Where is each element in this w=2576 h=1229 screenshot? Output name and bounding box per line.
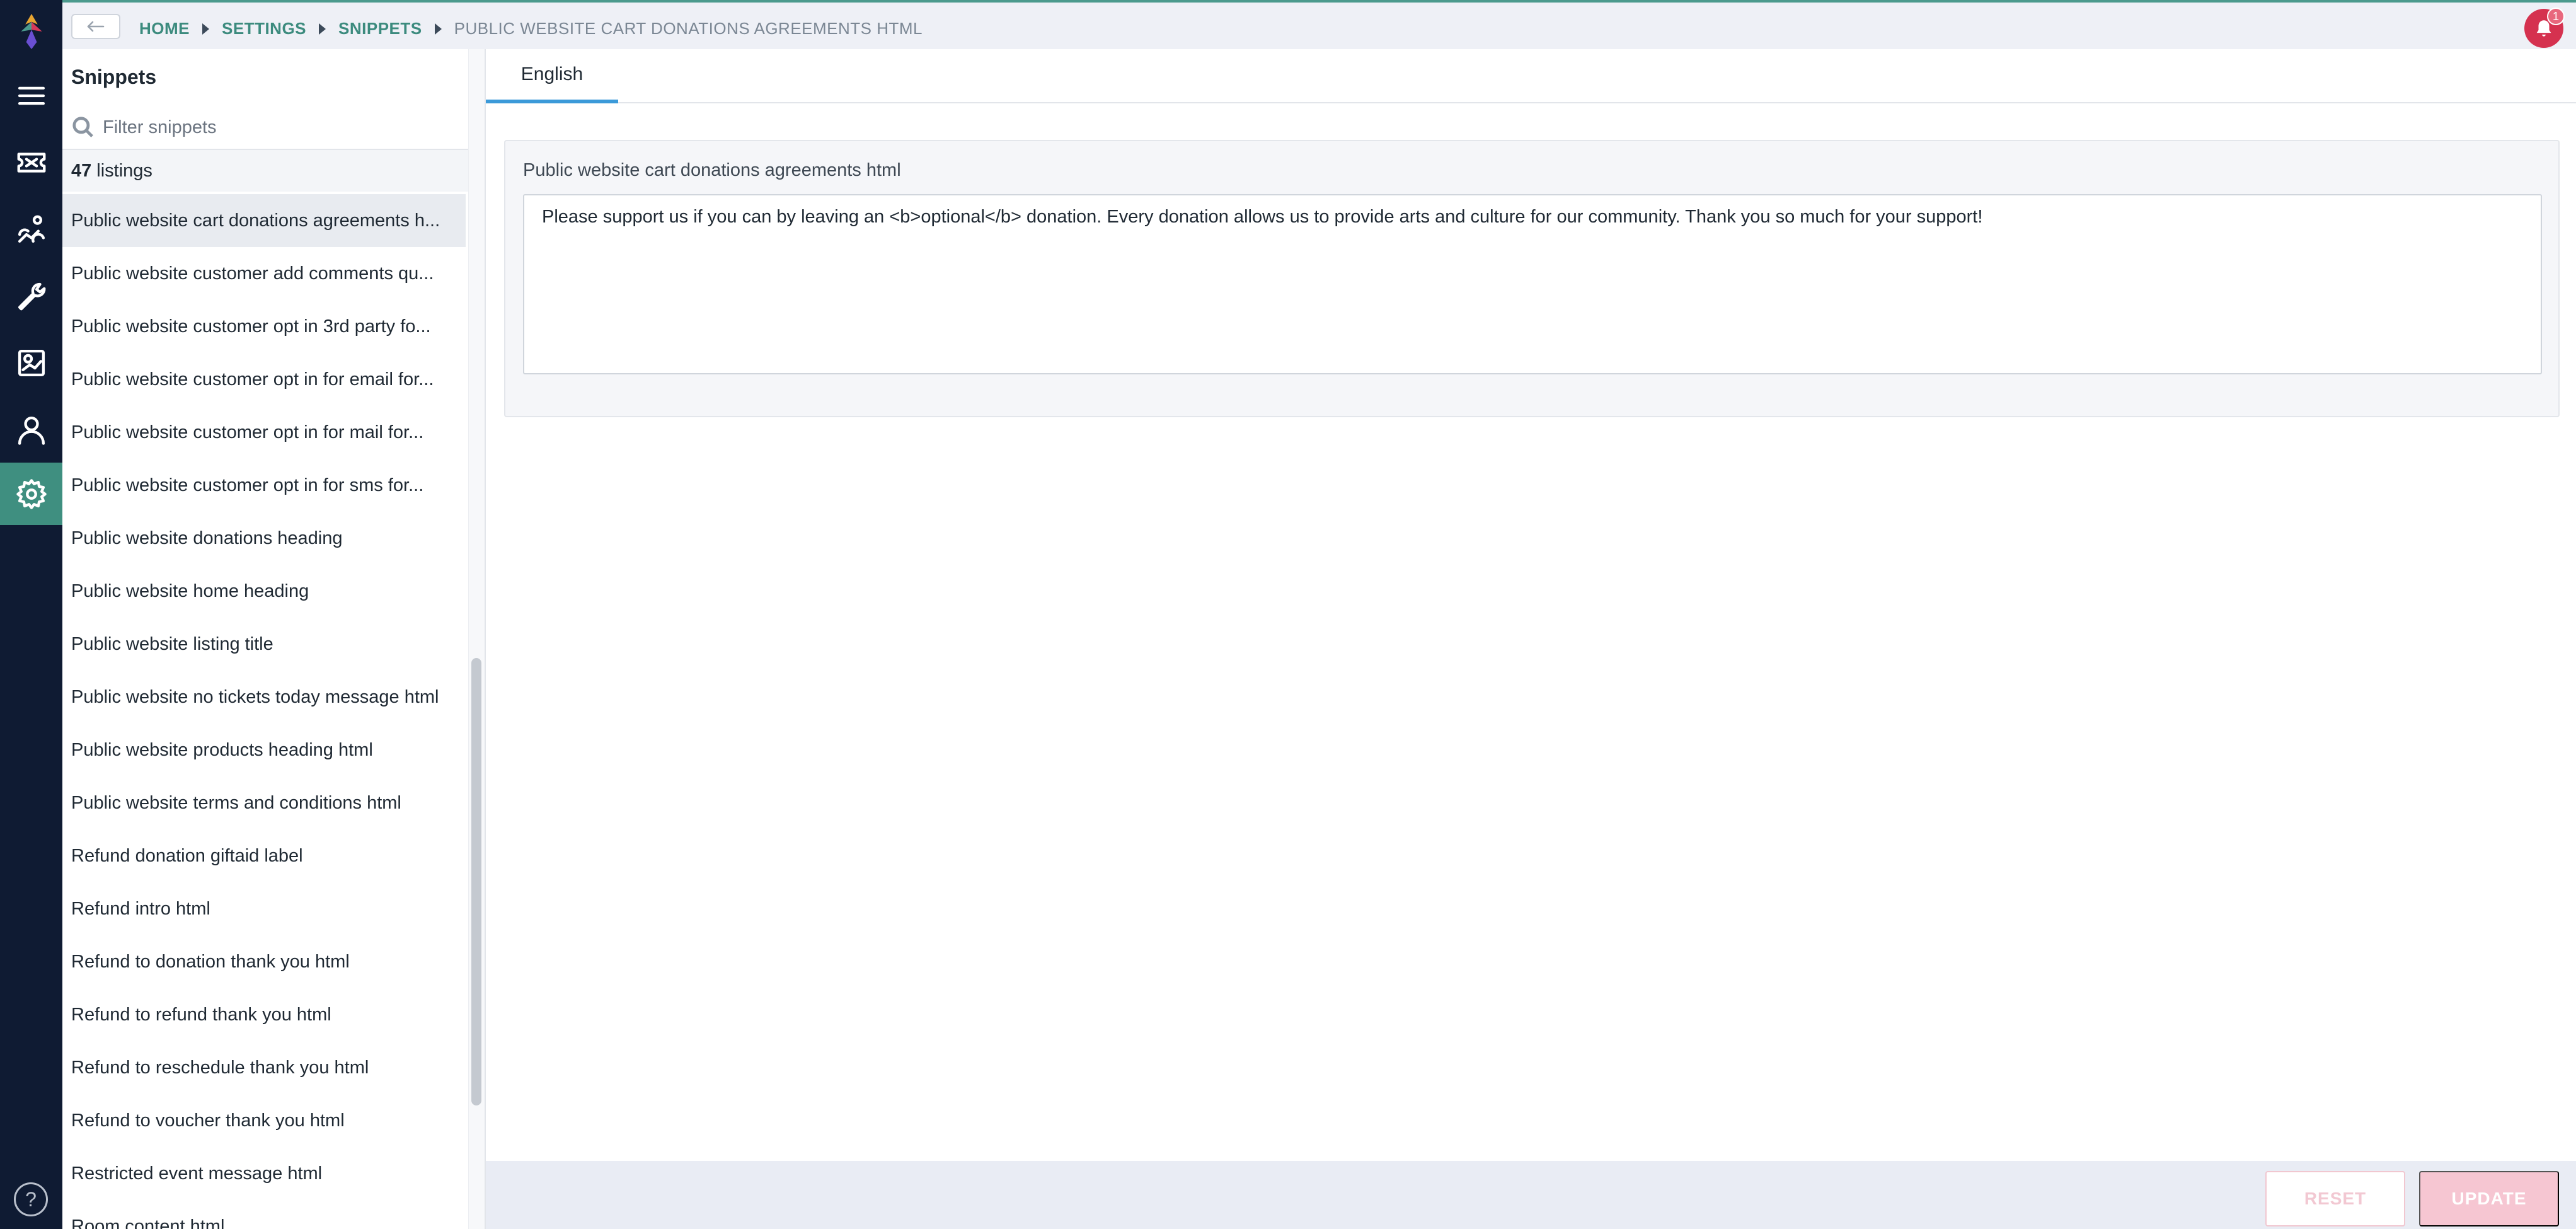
list-item[interactable]: Public website customer opt in for sms f…: [62, 459, 466, 512]
list-item[interactable]: Public website terms and conditions html: [62, 776, 466, 829]
list-item[interactable]: Refund to refund thank you html: [62, 988, 466, 1041]
reports-icon: [18, 349, 45, 376]
nav-rail: ?: [0, 0, 62, 1229]
list-item[interactable]: Public website home heading: [62, 565, 466, 618]
listing-count-label: listings: [96, 160, 152, 181]
breadcrumb-settings[interactable]: SETTINGS: [222, 19, 306, 38]
help-icon[interactable]: ?: [14, 1182, 48, 1216]
user-avatar[interactable]: 1: [2524, 8, 2565, 48]
arrow-left-icon: [87, 21, 105, 32]
list-item[interactable]: Refund intro html: [62, 882, 466, 935]
nav-customers[interactable]: [0, 398, 62, 461]
tools-icon: [18, 215, 45, 243]
list-item[interactable]: Refund to reschedule thank you html: [62, 1041, 466, 1094]
listing-count: 47 listings: [62, 150, 485, 192]
list-item[interactable]: Public website customer add comments qu.…: [62, 247, 466, 300]
sidebar-scrollbar-thumb[interactable]: [471, 658, 481, 1105]
gear-icon: [16, 478, 47, 509]
list-item[interactable]: Public website no tickets today message …: [62, 671, 466, 724]
breadcrumb: HOME SETTINGS SNIPPETS PUBLIC WEBSITE CA…: [139, 19, 923, 38]
menu-icon: [18, 86, 45, 105]
breadcrumb-separator-icon: [319, 23, 326, 35]
breadcrumb-separator-icon: [434, 23, 442, 35]
tab-english[interactable]: English: [486, 49, 618, 103]
snippets-sidebar: Snippets 47 listings Public website cart…: [62, 49, 486, 1229]
notification-badge: 1: [2547, 8, 2565, 25]
list-item[interactable]: Public website products heading html: [62, 724, 466, 776]
nav-tools[interactable]: [0, 265, 62, 327]
listing-count-number: 47: [71, 160, 92, 181]
back-button[interactable]: [71, 14, 120, 39]
breadcrumb-snippets[interactable]: SNIPPETS: [338, 19, 422, 38]
list-item[interactable]: Restricted event message html: [62, 1147, 466, 1200]
action-footer: RESET UPDATE: [486, 1161, 2576, 1229]
search-icon: [72, 117, 93, 137]
list-item[interactable]: Public website customer opt in for mail …: [62, 406, 466, 459]
breadcrumb-current: PUBLIC WEBSITE CART DONATIONS AGREEMENTS…: [454, 19, 923, 38]
snippet-content-textarea[interactable]: Please support us if you can by leaving …: [523, 194, 2542, 374]
list-item[interactable]: Public website listing title: [62, 618, 466, 671]
nav-settings[interactable]: [0, 463, 62, 525]
menu-button[interactable]: [0, 64, 62, 127]
list-item[interactable]: Refund to donation thank you html: [62, 935, 466, 988]
sidebar-title: Snippets: [71, 66, 157, 88]
logo-icon: [20, 13, 42, 49]
list-item[interactable]: Public website customer opt in for email…: [62, 353, 466, 406]
reset-button[interactable]: RESET: [2265, 1171, 2405, 1226]
nav-reports[interactable]: [0, 332, 62, 394]
list-item[interactable]: Refund to voucher thank you html: [62, 1094, 466, 1147]
snippet-field-label: Public website cart donations agreements…: [523, 160, 901, 180]
list-item[interactable]: Refund donation giftaid label: [62, 829, 466, 882]
list-item[interactable]: Public website cart donations agreements…: [62, 194, 466, 247]
filter-bar: [62, 106, 485, 150]
snippet-list: Public website cart donations agreements…: [62, 194, 466, 1229]
language-tabs: English: [486, 49, 2576, 103]
list-item[interactable]: Public website customer opt in 3rd party…: [62, 300, 466, 353]
filter-snippets-input[interactable]: [103, 117, 456, 138]
user-icon: [18, 416, 45, 445]
breadcrumb-separator-icon: [202, 23, 209, 35]
app-logo[interactable]: [0, 0, 62, 62]
list-item[interactable]: Public website donations heading: [62, 512, 466, 565]
wrench-icon: [18, 282, 45, 310]
snippet-editor-panel: Public website cart donations agreements…: [504, 140, 2560, 417]
ticket-icon: [17, 152, 45, 173]
top-bar: HOME SETTINGS SNIPPETS PUBLIC WEBSITE CA…: [62, 0, 2576, 49]
nav-tickets[interactable]: [0, 131, 62, 193]
nav-services[interactable]: [0, 198, 62, 260]
update-button[interactable]: UPDATE: [2419, 1171, 2559, 1226]
breadcrumb-home[interactable]: HOME: [139, 19, 190, 38]
list-item[interactable]: Room content html: [62, 1200, 466, 1229]
